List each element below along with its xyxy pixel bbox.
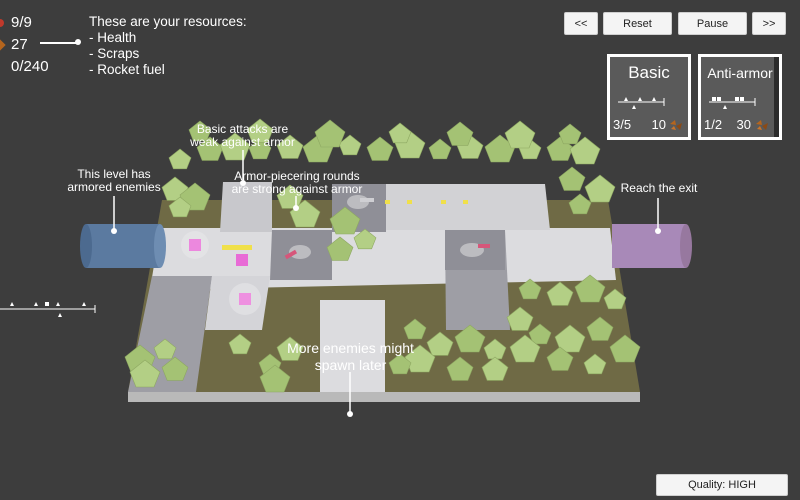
tower-count: 3/5 bbox=[613, 117, 632, 132]
tree bbox=[314, 119, 346, 148]
tree bbox=[558, 166, 586, 191]
enemy-glow bbox=[229, 283, 261, 315]
path-upper bbox=[382, 184, 550, 230]
resource-hint-item: - Health bbox=[89, 30, 137, 45]
reset-button[interactable]: Reset bbox=[603, 12, 672, 35]
spawn-portal bbox=[80, 224, 166, 268]
basic-weak-label: Basic attacks are weak against armor bbox=[190, 122, 295, 149]
resource-hint: These are your resources: - Health - Scr… bbox=[89, 14, 247, 78]
tree bbox=[366, 136, 394, 161]
callout-dot bbox=[111, 228, 117, 234]
tower-cost: 10 bbox=[651, 117, 666, 132]
tower-range-icon bbox=[618, 97, 665, 109]
resource-hint-item: - Scraps bbox=[89, 46, 140, 61]
tower-card-title: Anti-armor bbox=[707, 65, 773, 81]
projectile bbox=[407, 200, 412, 204]
projectile bbox=[385, 200, 390, 204]
tower-card-title: Basic bbox=[628, 63, 670, 82]
tree bbox=[584, 174, 616, 203]
scraps-icon bbox=[0, 38, 6, 51]
callout-dot bbox=[655, 228, 661, 234]
enemy-glow bbox=[181, 231, 209, 259]
tree bbox=[428, 138, 452, 160]
resource-callout-dot bbox=[75, 39, 81, 45]
exit-portal bbox=[612, 224, 692, 268]
rocket-fuel-value: 0/240 bbox=[11, 58, 49, 75]
tree bbox=[504, 120, 536, 149]
tree bbox=[446, 121, 474, 146]
health-value: 9/9 bbox=[11, 14, 32, 31]
resource-hint-item: - Rocket fuel bbox=[89, 62, 165, 77]
resource-rocket-fuel: 0/240 bbox=[11, 58, 49, 75]
tower-card-anti-armor[interactable]: Anti-armor 1/2 30 bbox=[698, 54, 782, 140]
resource-hint-title: These are your resources: bbox=[89, 14, 247, 29]
projectile bbox=[222, 245, 252, 250]
tree bbox=[558, 123, 582, 145]
tree bbox=[388, 122, 412, 144]
quality-button[interactable]: Quality: HIGH bbox=[656, 474, 788, 496]
tower-card-scrollbar[interactable] bbox=[774, 57, 779, 137]
scraps-icon bbox=[670, 120, 682, 130]
armored-enemies-label: This level has armored enemies bbox=[67, 167, 161, 194]
callout-dot bbox=[347, 411, 353, 417]
tower-range-icon bbox=[709, 97, 756, 109]
reach-exit-label: Reach the exit bbox=[620, 181, 698, 195]
callout-dot bbox=[293, 205, 299, 211]
projectile bbox=[441, 200, 446, 204]
health-icon bbox=[0, 18, 4, 27]
tower-count: 1/2 bbox=[704, 117, 723, 132]
wave-timeline bbox=[0, 302, 96, 317]
tree bbox=[568, 193, 592, 215]
scraps-icon bbox=[756, 120, 768, 130]
armor-piercing-label: Armor-piecering rounds are strong agains… bbox=[231, 169, 363, 196]
tree bbox=[168, 148, 192, 170]
scraps-value: 27 bbox=[11, 36, 28, 53]
enemy bbox=[236, 254, 248, 266]
board-front-edge bbox=[128, 392, 640, 402]
resource-scraps: 27 bbox=[0, 36, 28, 53]
speed-up-button[interactable]: >> bbox=[752, 12, 786, 35]
more-enemies-label: More enemies might spawn later bbox=[287, 340, 414, 373]
speed-down-button[interactable]: << bbox=[564, 12, 598, 35]
tower-cost: 30 bbox=[736, 117, 751, 132]
resource-health: 9/9 bbox=[0, 14, 32, 31]
resource-callout-line bbox=[40, 42, 78, 44]
tower-card-basic[interactable]: Basic 3/5 10 bbox=[607, 54, 691, 140]
projectile bbox=[463, 200, 468, 204]
pause-button[interactable]: Pause bbox=[678, 12, 747, 35]
